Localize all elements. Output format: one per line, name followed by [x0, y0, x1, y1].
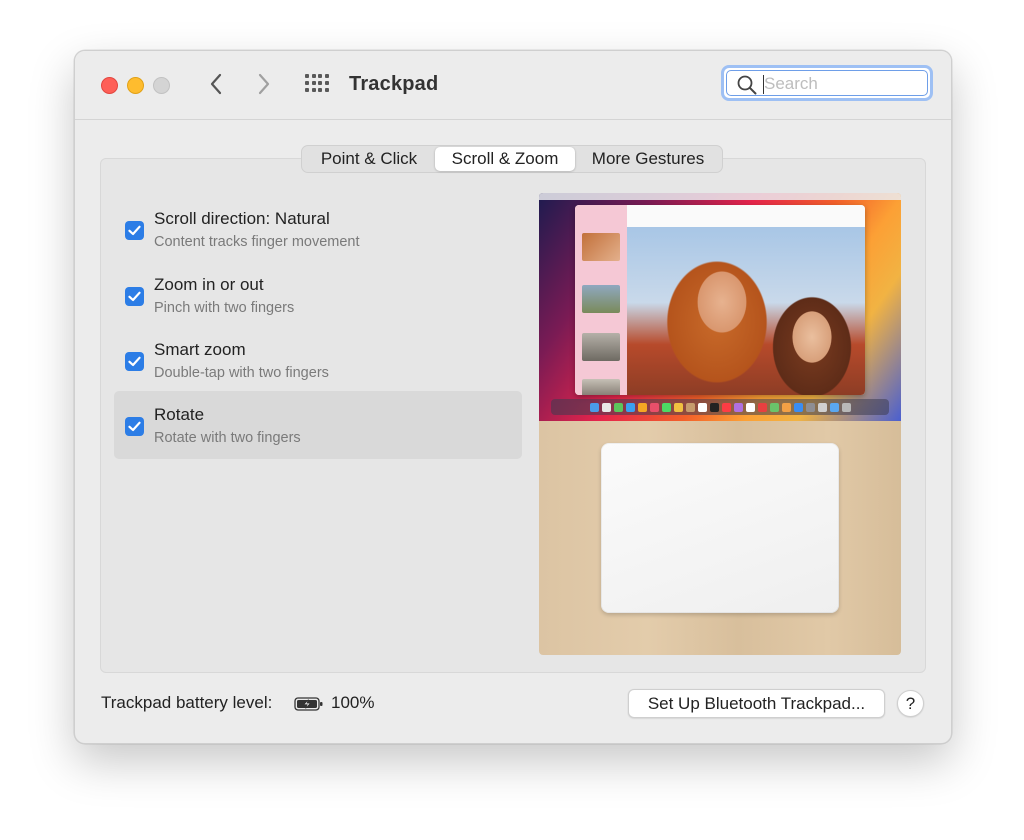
battery-charging-icon	[294, 697, 323, 711]
help-button[interactable]: ?	[897, 690, 924, 717]
preview-thumbnail	[582, 285, 620, 313]
checkmark-icon	[128, 421, 141, 432]
window-title: Trackpad	[349, 73, 439, 95]
gesture-preview-image	[539, 193, 901, 655]
tab-scroll-and-zoom[interactable]: Scroll & Zoom	[435, 147, 575, 171]
battery-level-value: 100%	[331, 693, 375, 712]
preview-menu-bar	[539, 193, 901, 200]
option-rotate[interactable]: Rotate Rotate with two fingers	[114, 391, 522, 459]
tab-more-gestures[interactable]: More Gestures	[575, 147, 721, 171]
preview-thumbnail	[582, 379, 620, 395]
option-subtitle: Pinch with two fingers	[154, 300, 295, 316]
option-title: Scroll direction: Natural	[154, 209, 330, 228]
back-button[interactable]	[203, 71, 229, 97]
checkmark-icon	[128, 356, 141, 367]
option-title: Zoom in or out	[154, 275, 264, 294]
battery-level-label: Trackpad battery level:	[101, 693, 273, 712]
option-smart-zoom[interactable]: Smart zoom Double-tap with two fingers	[114, 328, 522, 396]
preview-photo	[627, 227, 865, 395]
search-input[interactable]	[764, 72, 914, 96]
checkmark-icon	[128, 291, 141, 302]
search-field[interactable]	[721, 65, 933, 101]
preferences-window: Trackpad Point & Click Scroll & Zoom Mor…	[74, 50, 952, 744]
preview-magic-trackpad	[601, 443, 839, 613]
option-subtitle: Rotate with two fingers	[154, 430, 301, 446]
tab-point-and-click[interactable]: Point & Click	[303, 147, 435, 171]
smart-zoom-checkbox[interactable]	[125, 352, 144, 371]
show-all-grid-icon[interactable]	[305, 74, 330, 94]
option-scroll-direction[interactable]: Scroll direction: Natural Content tracks…	[114, 197, 522, 265]
preview-photos-sidebar	[575, 205, 627, 395]
preview-thumbnail	[582, 233, 620, 261]
zoom-in-or-out-checkbox[interactable]	[125, 287, 144, 306]
checkmark-icon	[128, 225, 141, 236]
zoom-window-button	[153, 77, 170, 94]
preview-dock	[551, 399, 889, 415]
search-icon	[737, 75, 757, 95]
forward-button[interactable]	[251, 71, 277, 97]
scroll-direction-checkbox[interactable]	[125, 221, 144, 240]
option-subtitle: Double-tap with two fingers	[154, 365, 329, 381]
preview-desk-surface	[539, 421, 901, 655]
minimize-window-button[interactable]	[127, 77, 144, 94]
preview-photos-toolbar	[627, 205, 865, 228]
title-bar: Trackpad	[75, 51, 951, 120]
option-title: Smart zoom	[154, 340, 246, 359]
text-caret	[763, 75, 764, 94]
chevron-left-icon	[210, 73, 222, 95]
option-zoom-in-or-out[interactable]: Zoom in or out Pinch with two fingers	[114, 263, 522, 331]
tab-bar: Point & Click Scroll & Zoom More Gesture…	[301, 145, 723, 173]
rotate-checkbox[interactable]	[125, 417, 144, 436]
close-window-button[interactable]	[101, 77, 118, 94]
preview-mac-screen	[539, 193, 901, 421]
preview-thumbnail	[582, 333, 620, 361]
chevron-right-icon	[258, 73, 270, 95]
set-up-bluetooth-trackpad-button[interactable]: Set Up Bluetooth Trackpad...	[628, 689, 885, 718]
option-title: Rotate	[154, 405, 205, 424]
option-subtitle: Content tracks finger movement	[154, 234, 360, 250]
preview-photos-window	[575, 205, 865, 395]
